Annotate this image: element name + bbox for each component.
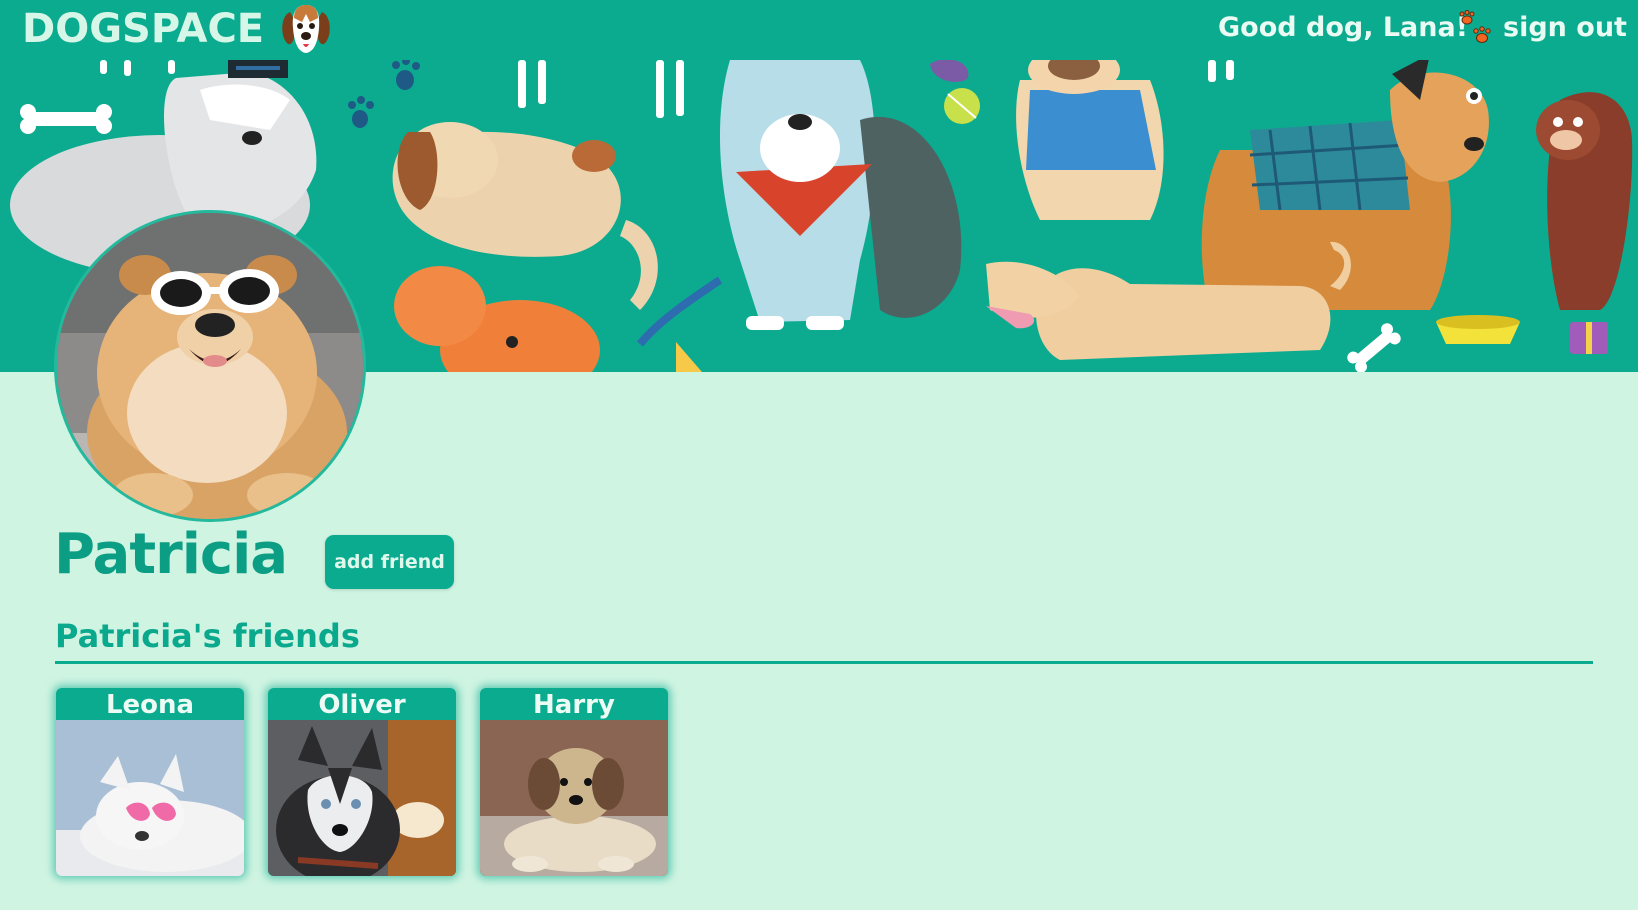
profile-name: Patricia [54,522,288,587]
paw-prints-icon [1459,10,1491,43]
beagle-dog-face-icon[interactable] [278,2,334,56]
friend-card-harry[interactable]: Harry [480,688,668,876]
greeting-text: Good dog, Lana! [1218,12,1469,43]
sign-out-link[interactable]: sign out [1503,8,1627,48]
brand-logo-text[interactable]: DOGSPACE [22,2,264,56]
friend-name: Oliver [318,690,406,720]
friend-name: Harry [533,690,615,720]
profile-avatar-photo [57,213,363,519]
dogspace-app: DOGSPACE Good dog, Lana! sign out Patric… [0,0,1638,910]
section-divider [55,661,1593,664]
friends-section-heading: Patricia's friends [55,617,360,655]
top-bar: DOGSPACE Good dog, Lana! sign out [0,0,1638,60]
add-friend-button[interactable]: add friend [325,535,454,589]
friend-name: Leona [105,690,195,720]
profile-avatar [54,210,366,522]
friend-card-leona[interactable]: Leona [56,688,244,876]
friend-card-oliver[interactable]: Oliver [268,688,456,876]
friend-photo-oliver [268,720,456,876]
friend-photo-leona [56,720,244,876]
friend-photo-harry [480,720,668,876]
